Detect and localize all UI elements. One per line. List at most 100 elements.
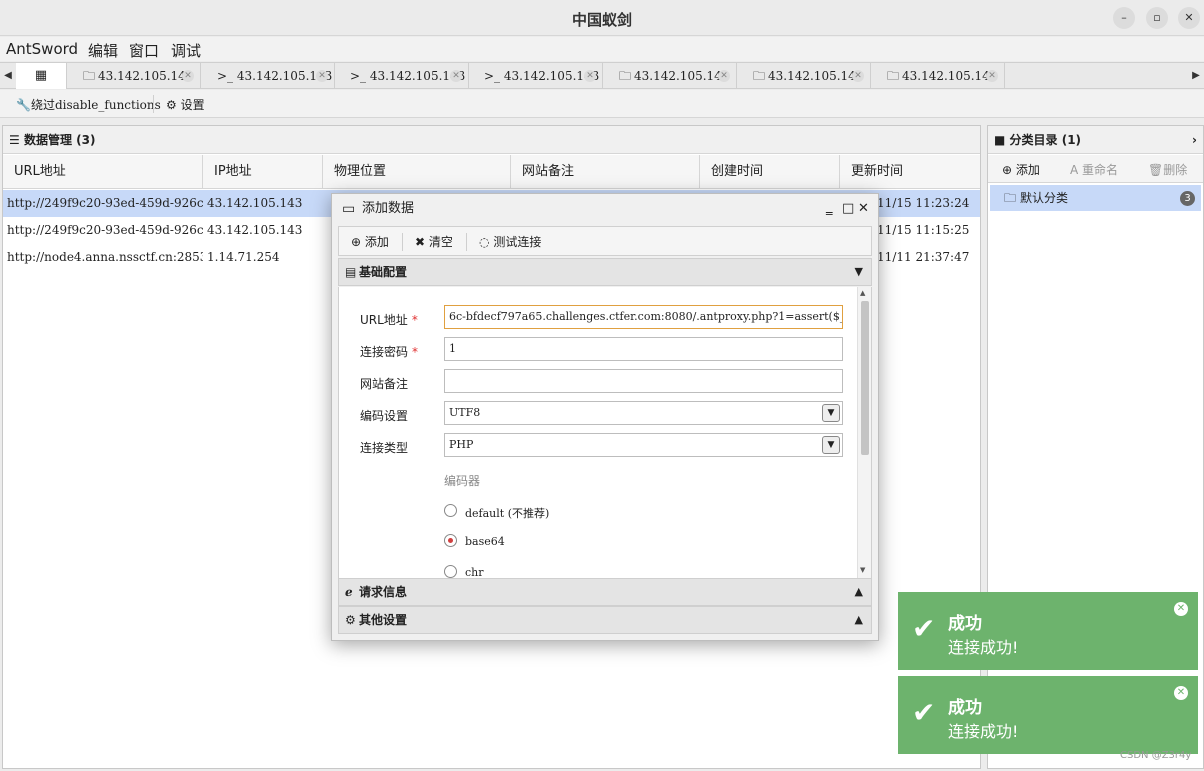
- section-basic-header[interactable]: ▤ 基础配置 ▼: [338, 258, 872, 286]
- folder-icon: 🗀: [753, 69, 766, 83]
- tab-bar: ◀ ▦ 🗀 43.142.105.143 ✕ >_ 43.142.105.143…: [0, 62, 1204, 89]
- radio-unchecked[interactable]: [444, 565, 457, 578]
- tab-home[interactable]: ▦: [16, 63, 67, 89]
- tab-scroll-left-icon[interactable]: ◀: [0, 63, 16, 89]
- cell-updated: /11/15 11:15:25: [873, 223, 970, 237]
- tab-5[interactable]: 🗀 43.142.105.143 ✕: [603, 63, 737, 89]
- dialog-clear-label: 清空: [428, 235, 453, 249]
- type-value: PHP: [449, 438, 474, 451]
- section-other-header[interactable]: ⚙ 其他设置 ▲: [338, 606, 872, 634]
- menu-window[interactable]: 窗口: [129, 40, 159, 61]
- scroll-down-icon[interactable]: ▼: [860, 566, 865, 574]
- note-input[interactable]: [444, 369, 843, 393]
- tab-7[interactable]: 🗀 43.142.105.143 ✕: [871, 63, 1005, 89]
- count-badge: 3: [1180, 191, 1195, 206]
- radio-checked[interactable]: [444, 534, 457, 547]
- tab-label: 43.142.105.143: [902, 69, 998, 83]
- window-icon: ▭: [342, 201, 356, 217]
- tab-close-icon[interactable]: ✕: [852, 70, 864, 82]
- cell-ip: 1.14.71.254: [207, 250, 280, 264]
- delete-category-label: 删除: [1163, 163, 1188, 177]
- dialog-close-icon[interactable]: ✕: [858, 194, 869, 224]
- settings-label: 设置: [180, 98, 205, 112]
- tab-2[interactable]: >_ 43.142.105.143 ✕: [201, 63, 335, 89]
- tab-close-icon[interactable]: ✕: [718, 70, 730, 82]
- tab-1[interactable]: 🗀 43.142.105.143 ✕: [67, 63, 201, 89]
- tab-close-icon[interactable]: ✕: [450, 70, 462, 82]
- menu-debug[interactable]: 调试: [171, 40, 201, 61]
- folder-icon: 🗀: [619, 69, 632, 83]
- encoder-label: 编码器: [444, 474, 481, 488]
- tab-scroll-right-icon[interactable]: ▶: [1188, 63, 1204, 89]
- col-note[interactable]: 网站备注: [511, 155, 700, 189]
- scrollbar-thumb[interactable]: [861, 301, 869, 455]
- window-title: 中国蚁剑: [571, 11, 632, 29]
- dialog-minimize-icon[interactable]: ‗: [826, 194, 833, 224]
- toast-close-icon[interactable]: ✕: [1174, 686, 1188, 700]
- cell-url: http://249f9c20-93ed-459d-926c-bfde: [7, 223, 203, 237]
- tab-6[interactable]: 🗀 43.142.105.143 ✕: [737, 63, 871, 89]
- minimize-button[interactable]: –: [1113, 7, 1135, 29]
- text-icon: A: [1070, 163, 1079, 177]
- chevron-down-icon: ▼: [854, 265, 863, 278]
- dialog-add-button[interactable]: ⊕ 添加: [351, 233, 389, 250]
- add-category-button[interactable]: ⊕ 添加: [1002, 161, 1040, 178]
- folder-icon: 🗀: [887, 69, 900, 83]
- form-scrollbar[interactable]: ▲ ▼: [857, 287, 871, 578]
- dialog-clear-button[interactable]: ✖ 清空: [415, 233, 453, 250]
- col-url[interactable]: URL地址: [3, 155, 203, 189]
- col-ip[interactable]: IP地址: [203, 155, 323, 189]
- type-select[interactable]: PHP ▼: [444, 433, 843, 457]
- cell-url: http://249f9c20-93ed-459d-926c-bfde: [7, 196, 203, 210]
- dialog-title-bar: ▭ 添加数据 ‗ □ ✕: [332, 194, 878, 224]
- main-toolbar: 🔧绕过disable_functions ⚙ 设置: [0, 90, 1204, 118]
- category-toolbar: ⊕ 添加 A 重命名 🗑删除: [988, 155, 1203, 183]
- settings-button[interactable]: ⚙ 设置: [166, 96, 205, 113]
- encoder-option-label: base64: [465, 535, 505, 548]
- bypass-button[interactable]: 🔧绕过disable_functions: [16, 96, 161, 113]
- maximize-button[interactable]: ▫: [1146, 7, 1168, 29]
- dialog-maximize-icon[interactable]: □: [842, 194, 854, 224]
- add-category-label: 添加: [1015, 163, 1040, 177]
- menu-edit[interactable]: 编辑: [88, 40, 118, 61]
- plus-icon: ⊕: [351, 235, 362, 249]
- password-input[interactable]: 1: [444, 337, 843, 361]
- tab-label: >_ 43.142.105.143: [350, 69, 466, 83]
- cell-url: http://node4.anna.nssctf.cn:28533/?G: [7, 250, 203, 264]
- rename-category-button[interactable]: A 重命名: [1070, 161, 1118, 178]
- tab-close-icon[interactable]: ✕: [986, 70, 998, 82]
- col-created[interactable]: 创建时间: [700, 155, 840, 189]
- folder-open-icon: 🗀: [1004, 191, 1017, 205]
- toast-close-icon[interactable]: ✕: [1174, 602, 1188, 616]
- category-item-default[interactable]: 🗀 默认分类 3: [990, 185, 1201, 211]
- col-location[interactable]: 物理位置: [323, 155, 511, 189]
- chevron-right-icon[interactable]: ›: [1192, 126, 1197, 154]
- data-manager-header: ☰ 数据管理 (3): [3, 126, 980, 154]
- tab-close-icon[interactable]: ✕: [182, 70, 194, 82]
- window-title-bar: 中国蚁剑 – ▫ ✕: [0, 0, 1204, 36]
- tab-4[interactable]: >_ 43.142.105.143 ✕: [469, 63, 603, 89]
- encoding-select[interactable]: UTF8 ▼: [444, 401, 843, 425]
- chevron-up-icon: ▲: [854, 585, 863, 598]
- cell-ip: 43.142.105.143: [207, 196, 303, 210]
- toolbar-divider: [402, 233, 403, 251]
- close-window-button[interactable]: ✕: [1178, 7, 1200, 29]
- dialog-add-label: 添加: [364, 235, 389, 249]
- test-connection-button[interactable]: ◌ 测试连接: [479, 233, 541, 250]
- tab-3[interactable]: >_ 43.142.105.143 ✕: [335, 63, 469, 89]
- chevron-down-icon: ▼: [822, 404, 840, 422]
- col-updated[interactable]: 更新时间: [840, 155, 980, 189]
- radio-unchecked[interactable]: [444, 504, 457, 517]
- encoding-value: UTF8: [449, 406, 481, 419]
- scroll-up-icon[interactable]: ▲: [860, 289, 865, 297]
- success-toast: ✔ 成功 连接成功! ✕: [898, 676, 1198, 754]
- section-request-header[interactable]: ℯ 请求信息 ▲: [338, 578, 872, 606]
- chevron-down-icon: ▼: [822, 436, 840, 454]
- tab-close-icon[interactable]: ✕: [584, 70, 596, 82]
- menu-antsword[interactable]: AntSword: [6, 40, 78, 58]
- note-label: 网站备注: [360, 377, 409, 391]
- dialog-title: 添加数据: [362, 201, 415, 216]
- tab-close-icon[interactable]: ✕: [316, 70, 328, 82]
- url-input[interactable]: 6c-bfdecf797a65.challenges.ctfer.com:808…: [444, 305, 843, 329]
- delete-category-button[interactable]: 🗑删除: [1148, 161, 1187, 178]
